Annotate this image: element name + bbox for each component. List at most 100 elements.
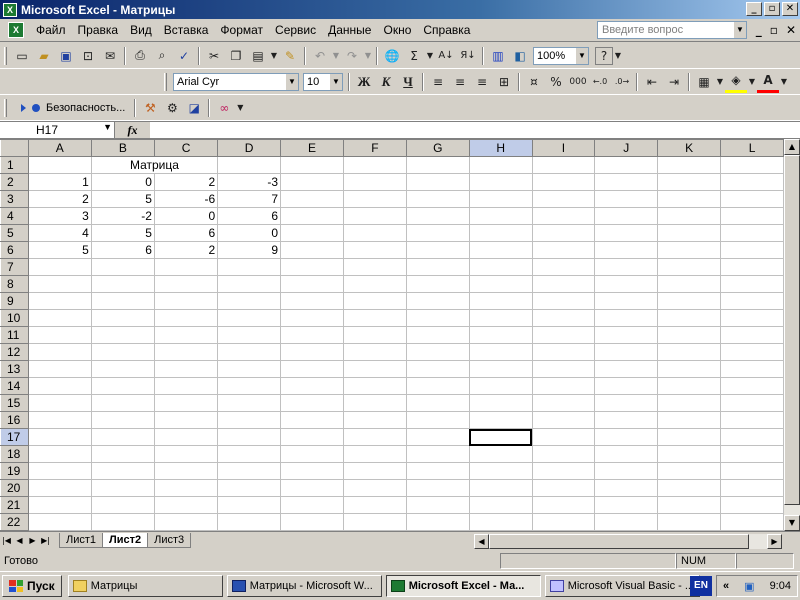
print-preview-icon[interactable]: ⌕	[151, 45, 173, 67]
cell[interactable]	[468, 462, 533, 480]
cell[interactable]	[405, 173, 470, 191]
column-header[interactable]: K	[657, 139, 722, 157]
cell[interactable]	[27, 479, 92, 497]
cell[interactable]	[720, 411, 784, 429]
underline-button[interactable]: Ч	[397, 71, 419, 93]
cell[interactable]	[720, 173, 784, 191]
cell[interactable]	[217, 343, 282, 361]
cell[interactable]	[468, 275, 533, 293]
cell[interactable]	[657, 326, 722, 344]
cell[interactable]	[657, 275, 722, 293]
design-mode-icon[interactable]: ⚙	[161, 97, 183, 119]
formula-input[interactable]	[150, 122, 800, 138]
row-header[interactable]: 7	[0, 258, 29, 276]
cell[interactable]	[531, 479, 596, 497]
cell[interactable]	[720, 326, 784, 344]
cell[interactable]	[657, 394, 722, 412]
autosum-icon[interactable]: Σ	[403, 45, 425, 67]
row-header[interactable]: 21	[0, 496, 29, 514]
cell[interactable]	[153, 343, 219, 361]
cell[interactable]	[280, 309, 344, 327]
cell[interactable]	[405, 411, 470, 429]
cell[interactable]	[405, 394, 470, 412]
cell[interactable]	[468, 241, 533, 259]
cell[interactable]	[720, 343, 784, 361]
cell[interactable]	[405, 428, 470, 446]
cell[interactable]	[720, 496, 784, 514]
row-header[interactable]: 15	[0, 394, 29, 412]
cell[interactable]	[720, 377, 784, 395]
cell-value[interactable]: 3	[27, 207, 92, 225]
cell[interactable]	[531, 275, 596, 293]
row-header[interactable]: 9	[0, 292, 29, 310]
cell[interactable]	[720, 275, 784, 293]
cell[interactable]	[342, 275, 407, 293]
cell[interactable]	[468, 343, 533, 361]
tray-app-icon[interactable]: ▣	[744, 580, 754, 593]
scroll-left-icon[interactable]: ◀	[474, 534, 489, 549]
column-header[interactable]: J	[594, 139, 659, 157]
cell[interactable]	[468, 190, 533, 208]
cell[interactable]	[594, 445, 659, 463]
restore-button[interactable]: ▫	[764, 2, 780, 16]
cell[interactable]	[27, 411, 92, 429]
cell[interactable]	[405, 496, 470, 514]
cell[interactable]	[720, 479, 784, 497]
cell[interactable]	[153, 292, 219, 310]
cell[interactable]	[153, 394, 219, 412]
cell-value[interactable]: 0	[90, 173, 155, 191]
cell[interactable]	[594, 173, 659, 191]
cell[interactable]	[280, 462, 344, 480]
taskbar-item-excel[interactable]: Microsoft Excel - Ма...	[385, 575, 541, 597]
cell[interactable]	[280, 292, 344, 310]
cell[interactable]	[27, 513, 92, 531]
cell[interactable]	[280, 190, 344, 208]
cell[interactable]	[720, 258, 784, 276]
cell[interactable]	[657, 428, 722, 446]
cell[interactable]	[153, 275, 219, 293]
cell-value[interactable]: -3	[217, 173, 282, 191]
scroll-up-icon[interactable]: ▲	[784, 139, 800, 155]
cell[interactable]	[27, 394, 92, 412]
row-header[interactable]: 14	[0, 377, 29, 395]
cell-value[interactable]: 1	[27, 173, 92, 191]
column-header[interactable]: G	[405, 139, 470, 157]
cell[interactable]	[657, 360, 722, 378]
cell[interactable]	[27, 428, 92, 446]
cell[interactable]	[27, 462, 92, 480]
hyperlink-icon[interactable]: 🌐	[381, 45, 403, 67]
chevron-down-icon[interactable]: ▼	[576, 47, 588, 64]
cell[interactable]	[594, 411, 659, 429]
paste-dropdown-icon[interactable]: ▼	[269, 45, 279, 67]
cell[interactable]	[90, 275, 155, 293]
cell[interactable]	[531, 394, 596, 412]
cell[interactable]	[657, 224, 722, 242]
cell[interactable]	[280, 445, 344, 463]
next-sheet-icon[interactable]: ▶	[26, 536, 39, 545]
cell[interactable]	[531, 462, 596, 480]
row-header[interactable]: 17	[0, 428, 29, 446]
cell[interactable]	[720, 156, 784, 174]
cell[interactable]	[657, 190, 722, 208]
cell[interactable]	[657, 207, 722, 225]
cell[interactable]	[342, 241, 407, 259]
cell[interactable]	[342, 496, 407, 514]
cell[interactable]	[342, 445, 407, 463]
cell[interactable]	[217, 275, 282, 293]
select-all-corner[interactable]	[0, 139, 29, 157]
cell[interactable]	[468, 207, 533, 225]
sort-descending-icon[interactable]: Я↓	[457, 45, 479, 67]
autosum-dropdown-icon[interactable]: ▼	[425, 45, 435, 67]
cell[interactable]	[405, 445, 470, 463]
cell[interactable]	[405, 241, 470, 259]
row-header[interactable]: 19	[0, 462, 29, 480]
chevron-down-icon[interactable]: ▼	[734, 22, 746, 38]
cell[interactable]	[405, 156, 470, 174]
cell-title[interactable]: Матрица	[90, 156, 219, 174]
cell[interactable]	[342, 513, 407, 531]
cell[interactable]	[217, 292, 282, 310]
cell[interactable]	[657, 309, 722, 327]
fill-color-dropdown-icon[interactable]: ▼	[747, 71, 757, 93]
doc-minimize-button[interactable]: _	[756, 23, 762, 37]
cell-value[interactable]: 6	[90, 241, 155, 259]
